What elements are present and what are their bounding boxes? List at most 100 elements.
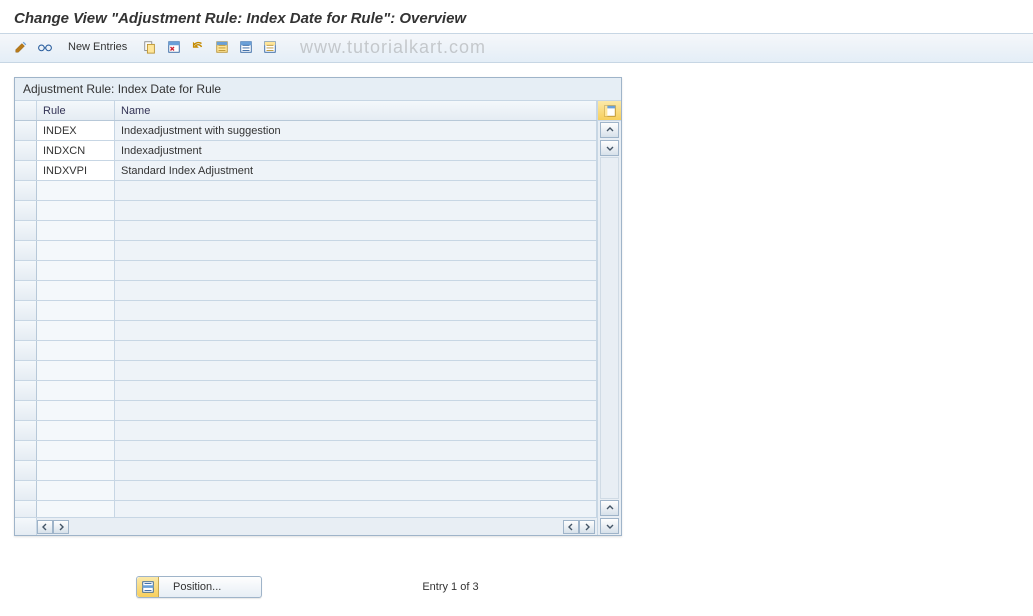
position-button[interactable]: Position... — [136, 576, 262, 598]
table-row[interactable] — [15, 421, 597, 441]
select-block-button[interactable] — [237, 38, 255, 56]
cell-rule[interactable] — [37, 381, 115, 400]
hscroll-track[interactable] — [117, 520, 561, 534]
cell-name[interactable] — [115, 441, 597, 460]
cell-rule[interactable]: INDXCN — [37, 141, 115, 160]
table-settings-button[interactable] — [598, 101, 621, 121]
scroll-up-end-button[interactable] — [600, 500, 619, 516]
cell-name[interactable] — [115, 181, 597, 200]
cell-name[interactable] — [115, 301, 597, 320]
row-selector[interactable] — [15, 301, 37, 320]
scroll-left-end-button[interactable] — [563, 520, 579, 534]
cell-rule[interactable]: INDEX — [37, 121, 115, 140]
row-selector[interactable] — [15, 341, 37, 360]
column-header-selector[interactable] — [15, 101, 37, 120]
scroll-right-end-button[interactable] — [579, 520, 595, 534]
row-selector[interactable] — [15, 401, 37, 420]
table-row[interactable] — [15, 221, 597, 241]
table-row[interactable] — [15, 261, 597, 281]
row-selector[interactable] — [15, 141, 37, 160]
deselect-all-button[interactable] — [261, 38, 279, 56]
row-selector[interactable] — [15, 441, 37, 460]
row-selector[interactable] — [15, 121, 37, 140]
cell-name[interactable] — [115, 361, 597, 380]
row-selector[interactable] — [15, 481, 37, 500]
cell-rule[interactable] — [37, 341, 115, 360]
cell-name[interactable] — [115, 381, 597, 400]
cell-name[interactable] — [115, 261, 597, 280]
cell-rule[interactable] — [37, 441, 115, 460]
table-row[interactable] — [15, 461, 597, 481]
table-row[interactable] — [15, 281, 597, 301]
cell-name[interactable] — [115, 221, 597, 240]
table-row[interactable] — [15, 341, 597, 361]
row-selector[interactable] — [15, 181, 37, 200]
vscroll-track[interactable] — [600, 157, 619, 499]
row-selector[interactable] — [15, 501, 37, 517]
cell-rule[interactable]: INDXVPI — [37, 161, 115, 180]
cell-name[interactable]: Standard Index Adjustment — [115, 161, 597, 180]
row-selector[interactable] — [15, 221, 37, 240]
row-selector[interactable] — [15, 261, 37, 280]
table-row[interactable] — [15, 481, 597, 501]
row-selector[interactable] — [15, 281, 37, 300]
cell-rule[interactable] — [37, 361, 115, 380]
cell-rule[interactable] — [37, 281, 115, 300]
cell-rule[interactable] — [37, 221, 115, 240]
toggle-display-change-button[interactable] — [12, 38, 30, 56]
cell-name[interactable] — [115, 321, 597, 340]
row-selector[interactable] — [15, 381, 37, 400]
cell-name[interactable] — [115, 201, 597, 220]
row-selector[interactable] — [15, 241, 37, 260]
other-view-button[interactable] — [36, 38, 54, 56]
table-row[interactable] — [15, 441, 597, 461]
cell-rule[interactable] — [37, 461, 115, 480]
cell-rule[interactable] — [37, 301, 115, 320]
cell-name[interactable] — [115, 501, 597, 517]
cell-name[interactable] — [115, 341, 597, 360]
table-row[interactable]: INDXCNIndexadjustment — [15, 141, 597, 161]
cell-rule[interactable] — [37, 401, 115, 420]
table-row[interactable] — [15, 181, 597, 201]
column-header-rule[interactable]: Rule — [37, 101, 115, 120]
table-row[interactable] — [15, 321, 597, 341]
cell-rule[interactable] — [37, 261, 115, 280]
table-row[interactable] — [15, 501, 597, 517]
cell-name[interactable] — [115, 281, 597, 300]
cell-rule[interactable] — [37, 501, 115, 517]
delete-button[interactable] — [165, 38, 183, 56]
cell-name[interactable]: Indexadjustment with suggestion — [115, 121, 597, 140]
table-row[interactable] — [15, 241, 597, 261]
cell-rule[interactable] — [37, 321, 115, 340]
column-header-name[interactable]: Name — [115, 101, 597, 120]
table-row[interactable] — [15, 201, 597, 221]
row-selector[interactable] — [15, 321, 37, 340]
copy-button[interactable] — [141, 38, 159, 56]
table-row[interactable]: INDEXIndexadjustment with suggestion — [15, 121, 597, 141]
cell-name[interactable] — [115, 241, 597, 260]
undo-change-button[interactable] — [189, 38, 207, 56]
cell-name[interactable] — [115, 481, 597, 500]
cell-rule[interactable] — [37, 421, 115, 440]
row-selector[interactable] — [15, 161, 37, 180]
scroll-right-button[interactable] — [53, 520, 69, 534]
table-row[interactable] — [15, 301, 597, 321]
scroll-up-button[interactable] — [600, 122, 619, 138]
table-row[interactable]: INDXVPIStandard Index Adjustment — [15, 161, 597, 181]
row-selector[interactable] — [15, 361, 37, 380]
row-selector[interactable] — [15, 461, 37, 480]
cell-rule[interactable] — [37, 181, 115, 200]
table-row[interactable] — [15, 381, 597, 401]
new-entries-button[interactable]: New Entries — [60, 37, 135, 57]
table-row[interactable] — [15, 401, 597, 421]
select-all-button[interactable] — [213, 38, 231, 56]
cell-name[interactable] — [115, 461, 597, 480]
cell-rule[interactable] — [37, 241, 115, 260]
cell-name[interactable] — [115, 401, 597, 420]
scroll-left-button[interactable] — [37, 520, 53, 534]
table-row[interactable] — [15, 361, 597, 381]
row-selector[interactable] — [15, 201, 37, 220]
cell-rule[interactable] — [37, 201, 115, 220]
cell-name[interactable]: Indexadjustment — [115, 141, 597, 160]
scroll-down-button[interactable] — [600, 140, 619, 156]
